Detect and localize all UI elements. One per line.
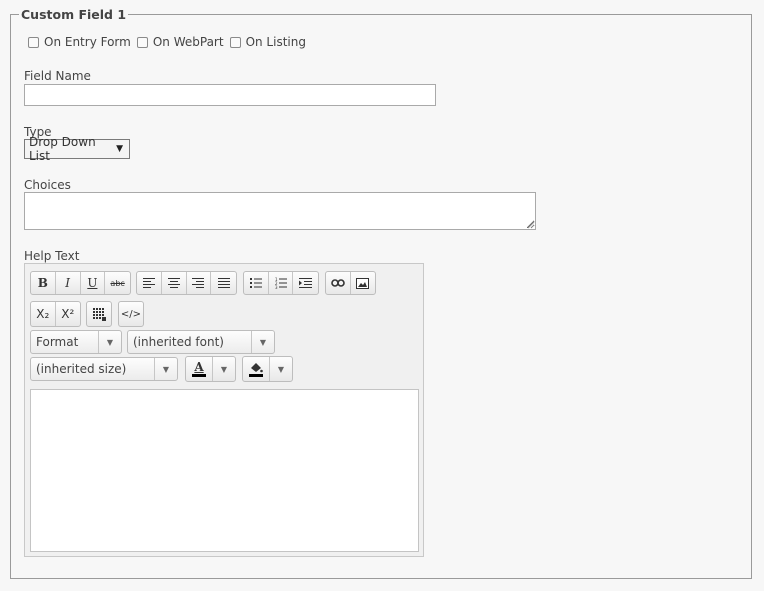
chevron-down-icon[interactable]: ▼	[270, 357, 292, 381]
type-selected-value: Drop Down List	[29, 135, 96, 163]
indent-button[interactable]	[293, 272, 318, 294]
display-options: On Entry Form On WebPart On Listing	[28, 34, 312, 50]
text-color-button[interactable]: A ▼	[185, 356, 236, 382]
source-code-button[interactable]: </>	[119, 302, 143, 326]
text-color-icon: A	[194, 360, 204, 374]
bullet-list-button[interactable]	[244, 272, 269, 294]
custom-field-legend: Custom Field 1	[21, 7, 127, 22]
on-listing-label[interactable]: On Listing	[246, 35, 306, 49]
superscript-button[interactable]: X²	[56, 302, 80, 326]
size-label: (inherited size)	[36, 362, 127, 376]
table-group	[86, 301, 112, 327]
numbered-list-icon: 123	[275, 277, 287, 289]
on-entry-form-checkbox[interactable]	[28, 36, 39, 48]
chevron-down-icon: ▼	[116, 144, 123, 154]
field-name-label: Field Name	[24, 69, 91, 83]
link-button[interactable]	[326, 272, 351, 294]
chevron-down-icon[interactable]: ▼	[213, 357, 235, 381]
align-justify-icon	[217, 278, 230, 288]
chevron-down-icon: ▼	[98, 331, 121, 353]
font-size-dropdown[interactable]: (inherited size) ▼	[30, 357, 178, 381]
on-entry-form-option[interactable]: On Entry Form	[28, 35, 131, 49]
indent-icon	[299, 278, 313, 288]
source-group: </>	[118, 301, 144, 327]
on-listing-checkbox[interactable]	[229, 36, 241, 48]
chevron-down-icon: ▼	[154, 358, 177, 380]
justify-button[interactable]	[211, 272, 236, 294]
resize-grip-icon[interactable]	[527, 221, 535, 229]
strikethrough-button[interactable]: abc	[105, 272, 130, 294]
align-center-icon	[167, 278, 180, 288]
type-select[interactable]: Drop Down List ▼	[24, 135, 130, 163]
font-label: (inherited font)	[133, 335, 224, 349]
on-webpart-option[interactable]: On WebPart	[136, 35, 224, 49]
insert-group	[325, 271, 376, 295]
rich-text-editor: B I U abc 123 X₂ X² </> Format ▼ (inheri…	[24, 263, 424, 557]
image-button[interactable]	[351, 272, 375, 294]
italic-button[interactable]: I	[56, 272, 81, 294]
bullet-list-icon	[249, 278, 262, 288]
svg-text:3: 3	[275, 285, 278, 289]
text-style-group: B I U abc	[30, 271, 131, 295]
subscript-button[interactable]: X₂	[31, 302, 56, 326]
text-color-main[interactable]: A	[186, 357, 213, 381]
editor-content-area[interactable]	[30, 389, 419, 552]
image-icon	[356, 277, 370, 289]
background-color-button[interactable]: ▼	[242, 356, 293, 382]
script-group: X₂ X²	[30, 301, 81, 327]
choices-textarea[interactable]	[24, 192, 536, 230]
background-color-swatch	[249, 373, 263, 377]
text-color-swatch	[192, 374, 206, 377]
bold-button[interactable]: B	[31, 272, 56, 294]
link-icon	[330, 279, 345, 287]
alignment-group	[136, 271, 237, 295]
format-label: Format	[36, 335, 79, 349]
insert-table-button[interactable]	[87, 302, 111, 326]
list-group: 123	[243, 271, 319, 295]
align-left-button[interactable]	[137, 272, 162, 294]
align-right-button[interactable]	[187, 272, 212, 294]
background-color-main[interactable]	[243, 357, 270, 381]
numbered-list-button[interactable]: 123	[269, 272, 294, 294]
underline-button[interactable]: U	[81, 272, 106, 294]
format-dropdown[interactable]: Format ▼	[30, 330, 122, 354]
chevron-down-icon: ▼	[251, 331, 274, 353]
on-webpart-label[interactable]: On WebPart	[153, 35, 224, 49]
field-name-input[interactable]	[24, 84, 436, 106]
align-center-button[interactable]	[162, 272, 187, 294]
on-entry-form-label[interactable]: On Entry Form	[44, 35, 131, 49]
align-left-icon	[142, 278, 155, 288]
font-dropdown[interactable]: (inherited font) ▼	[127, 330, 275, 354]
help-text-label: Help Text	[24, 249, 80, 263]
on-listing-option[interactable]: On Listing	[229, 35, 306, 49]
paint-bucket-icon	[251, 362, 263, 372]
choices-label: Choices	[24, 178, 71, 192]
on-webpart-checkbox[interactable]	[136, 36, 148, 48]
table-grid-icon	[92, 307, 106, 321]
align-right-icon	[192, 278, 205, 288]
